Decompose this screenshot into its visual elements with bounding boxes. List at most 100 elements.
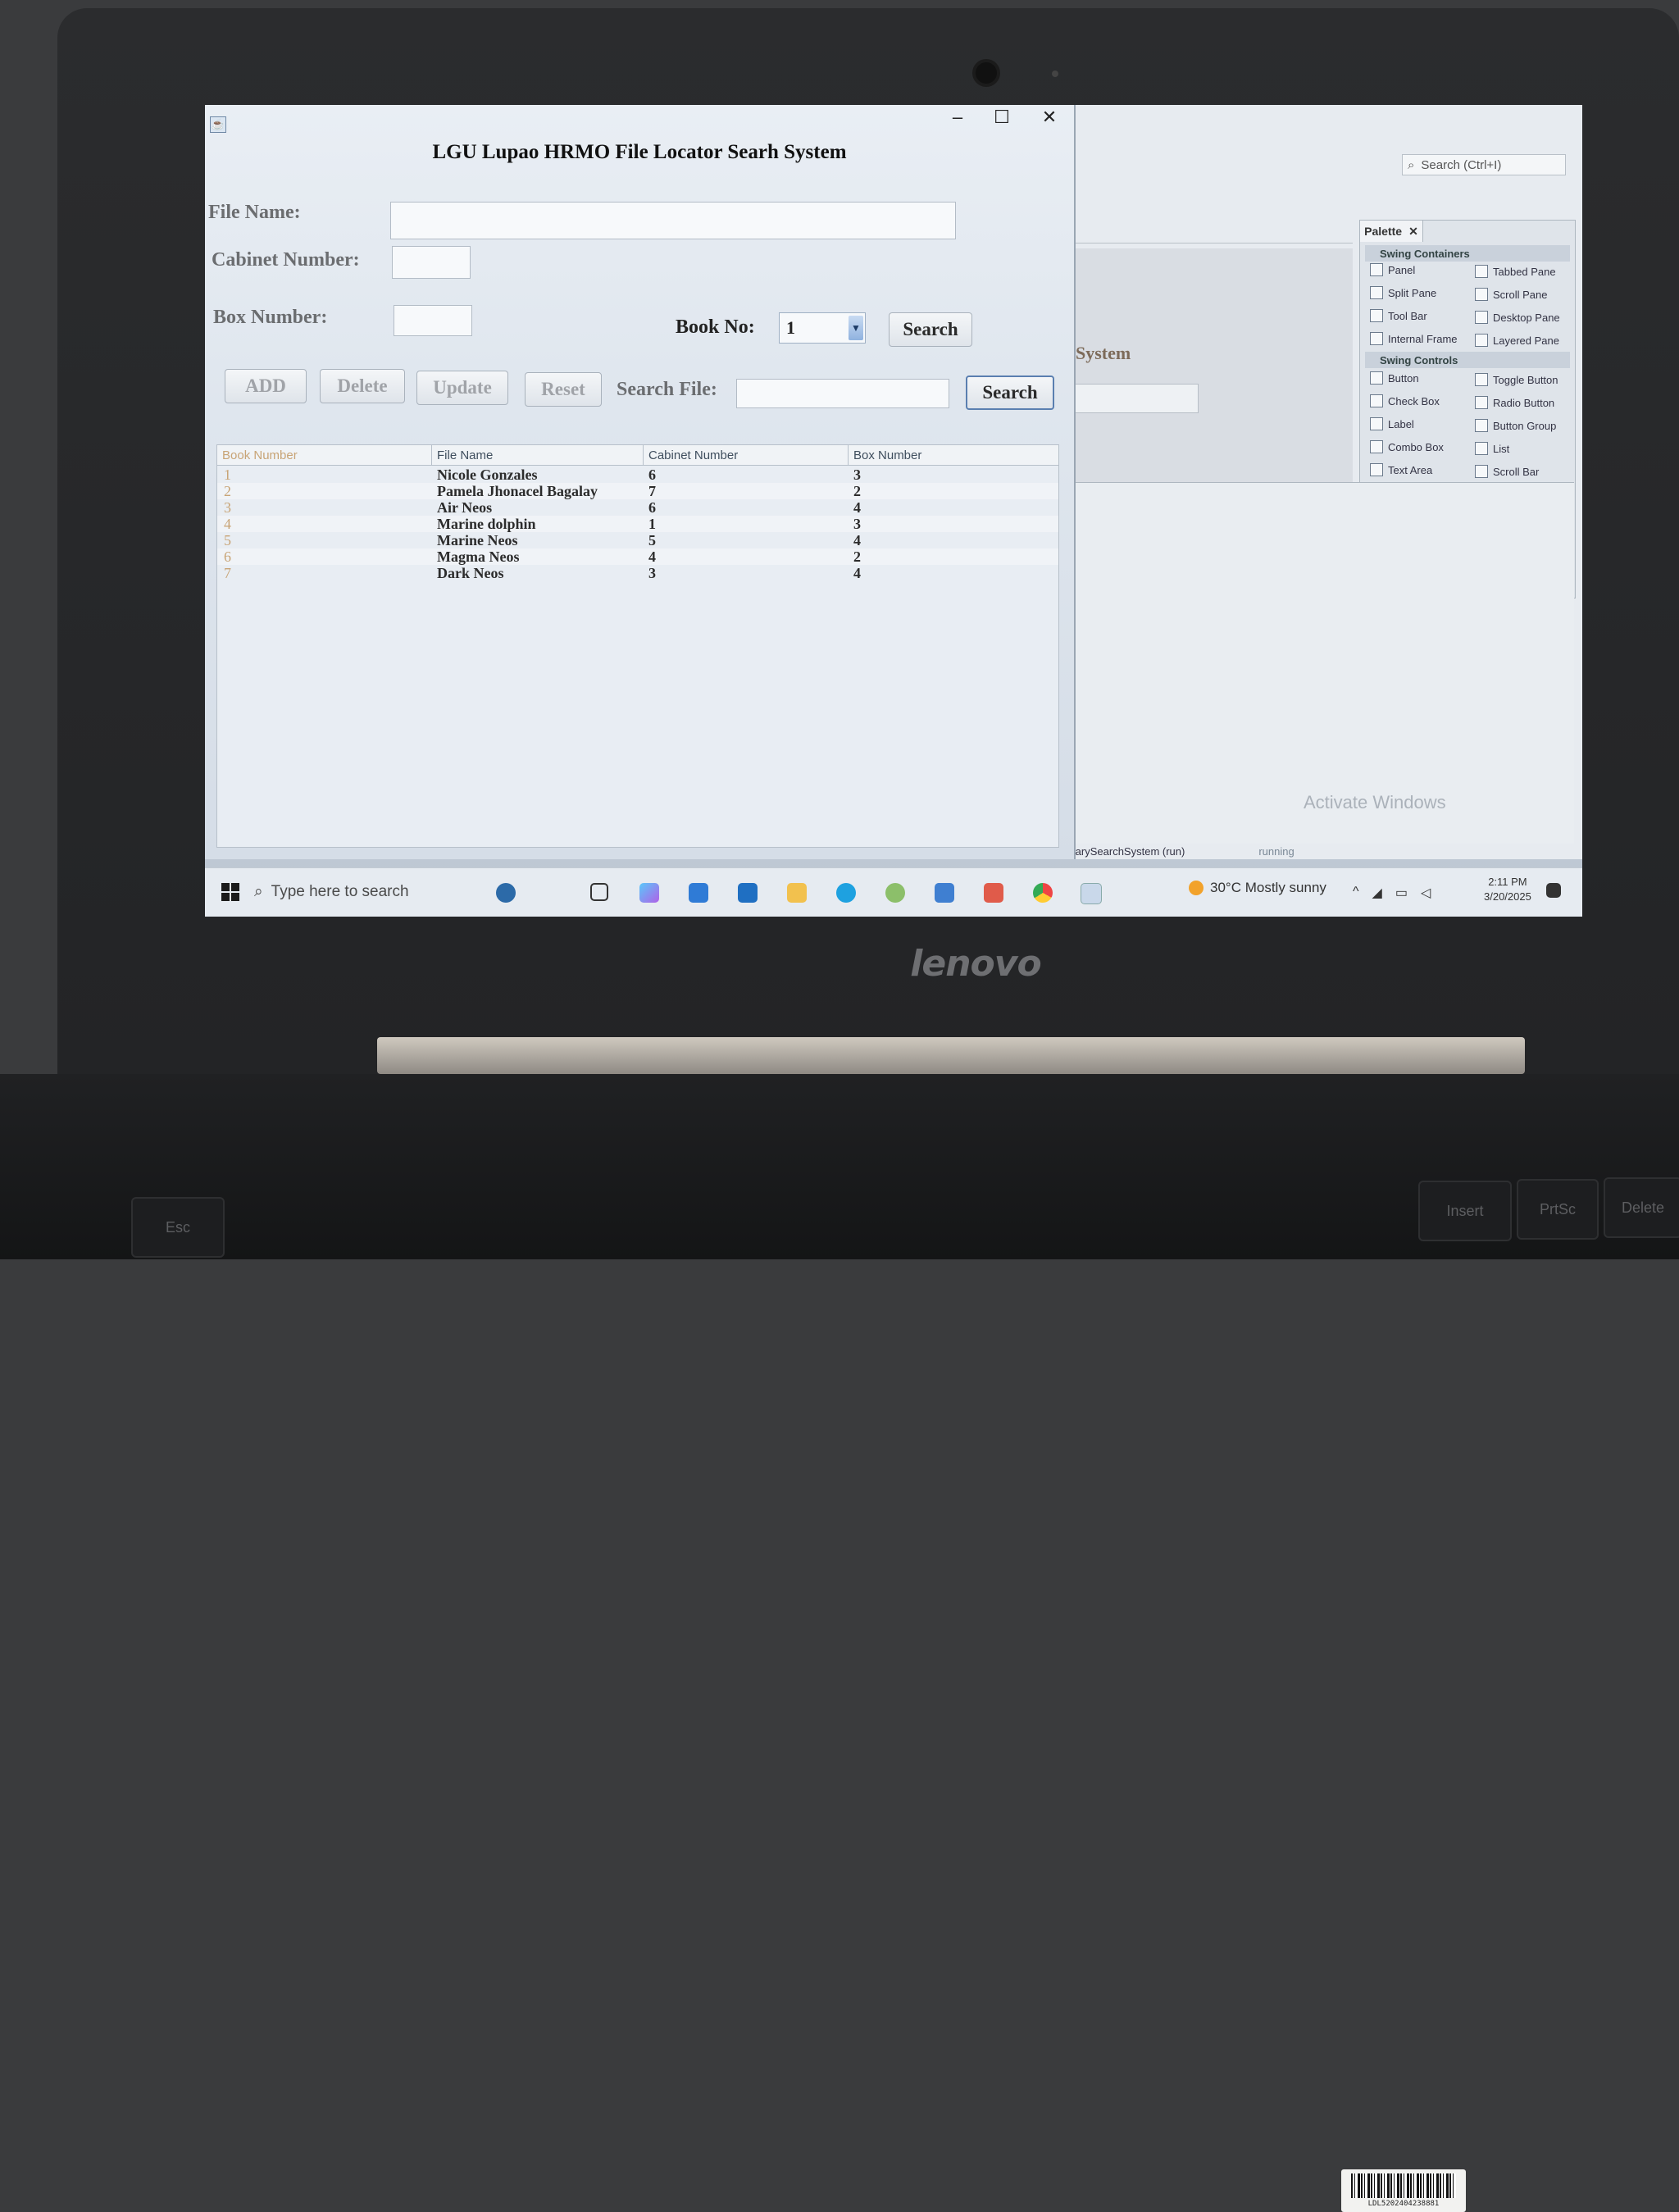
table-row[interactable]: 5 Marine Neos 5 4: [217, 532, 1058, 548]
barcode-sticker: LDL5202404238881: [1341, 2169, 1466, 2212]
notification-icon[interactable]: [1546, 883, 1561, 898]
tab-palette[interactable]: Palette ✕: [1360, 221, 1423, 242]
radio-button-icon: [1475, 396, 1488, 409]
check-box-icon: [1370, 394, 1383, 407]
palette-item[interactable]: Split Pane: [1370, 286, 1436, 299]
search-icon: ⌕: [254, 883, 263, 900]
key-delete[interactable]: Delete: [1604, 1177, 1679, 1238]
toggle-button-icon: [1475, 373, 1488, 386]
palette-item[interactable]: Internal Frame: [1370, 332, 1458, 345]
palette-item[interactable]: Toggle Button: [1475, 373, 1558, 386]
palette-item[interactable]: Scroll Pane: [1475, 288, 1547, 301]
book-no-select[interactable]: 1 ▼: [779, 312, 866, 344]
files-table: Book Number File Name Cabinet Number Box…: [216, 444, 1059, 848]
close-button[interactable]: ✕: [1033, 107, 1066, 128]
news-widget-icon[interactable]: [496, 883, 516, 903]
ide-output-panel: [1066, 482, 1574, 844]
update-button[interactable]: Update: [416, 371, 508, 405]
clock[interactable]: 2:11 PM 3/20/2025: [1484, 875, 1531, 904]
close-icon[interactable]: ✕: [1408, 225, 1418, 239]
battery-icon[interactable]: ▭: [1395, 885, 1408, 901]
tool-bar-icon: [1370, 309, 1383, 322]
screen: ⌕ Search (Ctrl+I) System Palette ✕ Swing…: [205, 105, 1582, 917]
windows-start-icon[interactable]: [221, 883, 239, 901]
palette-item[interactable]: Text Area: [1370, 463, 1432, 476]
palette-item[interactable]: Label: [1370, 417, 1414, 430]
box-number-label: Box Number:: [213, 307, 328, 328]
java-app-taskbar-icon[interactable]: [1081, 883, 1102, 904]
table-header: Book Number File Name Cabinet Number Box…: [217, 445, 1058, 466]
table-row[interactable]: 4 Marine dolphin 1 3: [217, 516, 1058, 532]
edge-icon[interactable]: [836, 883, 856, 903]
app-title: LGU Lupao HRMO File Locator Searh System: [432, 141, 847, 163]
keyboard: LDL5202404238881 Esc Insert PrtSc Delete: [0, 1074, 1679, 2212]
palette-item[interactable]: Button Group: [1475, 419, 1556, 432]
column-header-cabinet-number[interactable]: Cabinet Number: [644, 445, 849, 465]
table-row[interactable]: 7 Dark Neos 3 4: [217, 565, 1058, 581]
activate-windows-watermark: Activate Windows: [1304, 792, 1446, 812]
table-row[interactable]: 6 Magma Neos 4 2: [217, 548, 1058, 565]
palette-item[interactable]: Radio Button: [1475, 396, 1554, 409]
webcam: [976, 62, 997, 84]
title-bar: ☕ – ☐ ✕: [205, 105, 1074, 134]
split-pane-icon: [1370, 286, 1383, 299]
key-prtsc[interactable]: PrtSc: [1517, 1179, 1599, 1240]
task-view-icon[interactable]: [590, 883, 608, 901]
palette-item[interactable]: Scroll Bar: [1475, 465, 1539, 478]
mail-icon[interactable]: [738, 883, 758, 903]
text-area-icon: [1370, 463, 1383, 476]
palette-item[interactable]: Tool Bar: [1370, 309, 1427, 322]
app-icon[interactable]: [885, 883, 905, 903]
wifi-icon[interactable]: ◢: [1372, 885, 1382, 901]
palette-category-containers[interactable]: Swing Containers: [1365, 245, 1570, 262]
palette-item[interactable]: Button: [1370, 371, 1419, 385]
volume-icon[interactable]: ◁: [1421, 885, 1431, 901]
search-file-button[interactable]: Search: [966, 375, 1054, 410]
palette-item[interactable]: Layered Pane: [1475, 334, 1559, 347]
reset-button[interactable]: Reset: [525, 372, 602, 407]
taskbar-search-box[interactable]: ⌕ Type here to search: [254, 876, 418, 908]
delete-button[interactable]: Delete: [320, 369, 405, 403]
palette-item[interactable]: List: [1475, 442, 1509, 455]
chevron-down-icon[interactable]: ▼: [849, 316, 863, 340]
panel-icon: [1370, 263, 1383, 276]
ide-search-input[interactable]: ⌕ Search (Ctrl+I): [1402, 154, 1566, 175]
search-book-button[interactable]: Search: [889, 312, 972, 347]
search-file-label: Search File:: [617, 379, 717, 400]
file-explorer-icon[interactable]: [787, 883, 807, 903]
chrome-icon[interactable]: [1033, 883, 1053, 903]
copilot-icon[interactable]: [639, 883, 659, 903]
xampp-icon[interactable]: [984, 883, 1003, 903]
palette-item[interactable]: Tabbed Pane: [1475, 265, 1556, 278]
scroll-pane-icon: [1475, 288, 1488, 301]
key-esc[interactable]: Esc: [131, 1197, 225, 1258]
virtualbox-icon[interactable]: [935, 883, 954, 903]
weather-widget[interactable]: 30°C Mostly sunny: [1189, 880, 1326, 896]
table-row[interactable]: 3 Air Neos 6 4: [217, 499, 1058, 516]
maximize-button[interactable]: ☐: [985, 107, 1018, 128]
key-insert[interactable]: Insert: [1418, 1181, 1512, 1241]
cabinet-number-field[interactable]: [392, 246, 471, 279]
internal-frame-icon: [1370, 332, 1383, 345]
java-app-icon: ☕: [210, 116, 226, 133]
column-header-box-number[interactable]: Box Number: [849, 445, 1058, 465]
minimize-button[interactable]: –: [941, 107, 974, 128]
palette-item[interactable]: Combo Box: [1370, 440, 1444, 453]
desktop-pane-icon: [1475, 311, 1488, 324]
chevron-up-icon[interactable]: ^: [1353, 885, 1359, 901]
add-button[interactable]: ADD: [225, 369, 307, 403]
table-row[interactable]: 2 Pamela Jhonacel Bagalay 7 2: [217, 483, 1058, 499]
button-group-icon: [1475, 419, 1488, 432]
box-number-field[interactable]: [394, 305, 472, 336]
palette-item[interactable]: Panel: [1370, 263, 1415, 276]
column-header-file-name[interactable]: File Name: [432, 445, 644, 465]
column-header-book-number[interactable]: Book Number: [217, 445, 432, 465]
palette-item[interactable]: Desktop Pane: [1475, 311, 1560, 324]
table-row[interactable]: 1 Nicole Gonzales 6 3: [217, 467, 1058, 483]
store-icon[interactable]: [689, 883, 708, 903]
search-file-field[interactable]: [736, 379, 949, 408]
combo-box-icon: [1370, 440, 1383, 453]
palette-category-controls[interactable]: Swing Controls: [1365, 352, 1570, 368]
palette-item[interactable]: Check Box: [1370, 394, 1440, 407]
file-name-field[interactable]: [390, 202, 956, 239]
